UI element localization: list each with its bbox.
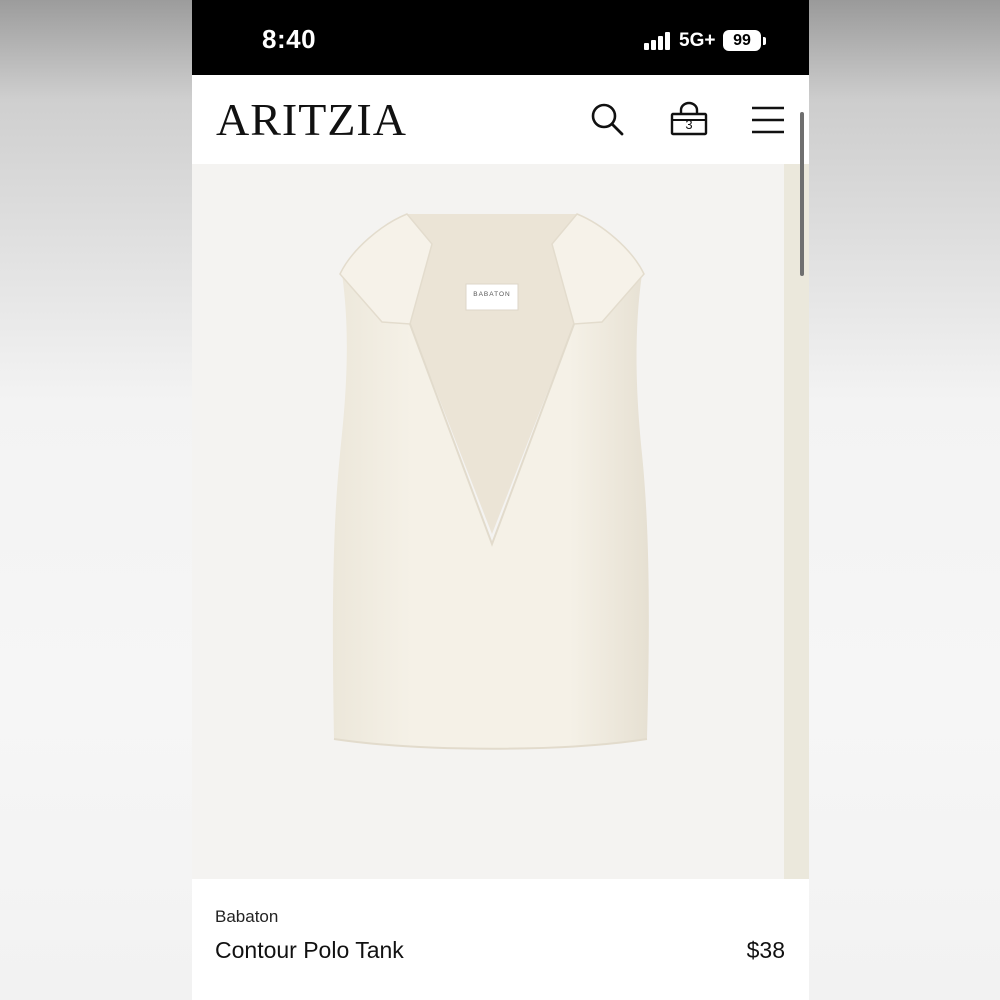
bag-count: 3 xyxy=(685,117,693,132)
phone-screen: 8:40 5G+ 99 ARITZIA 3 BABATON Babaton Co… xyxy=(192,0,809,1000)
site-header: ARITZIA 3 xyxy=(192,75,809,164)
aritzia-logo[interactable]: ARITZIA xyxy=(216,93,407,146)
hamburger-menu-icon[interactable] xyxy=(750,103,786,139)
signal-icon xyxy=(644,32,674,50)
status-time: 8:40 xyxy=(262,24,317,54)
network-type: 5G+ xyxy=(679,30,716,51)
product-brand[interactable]: Babaton xyxy=(215,907,278,927)
label-text: BABATON xyxy=(473,291,510,298)
search-icon[interactable] xyxy=(588,100,628,140)
battery-tip xyxy=(763,37,766,45)
next-image-peek[interactable] xyxy=(784,164,809,879)
battery-icon: 99 xyxy=(723,30,761,51)
polo-tank-image: BABATON xyxy=(332,213,649,750)
scrollbar[interactable] xyxy=(800,112,804,276)
background-left xyxy=(0,0,192,1000)
background-right xyxy=(809,0,1000,1000)
product-image[interactable]: BABATON xyxy=(192,164,784,879)
product-details: Babaton Contour Polo Tank $38 xyxy=(192,879,809,1000)
status-bar: 8:40 5G+ 99 xyxy=(192,0,809,75)
product-name[interactable]: Contour Polo Tank xyxy=(215,937,404,964)
product-price: $38 xyxy=(746,937,785,963)
